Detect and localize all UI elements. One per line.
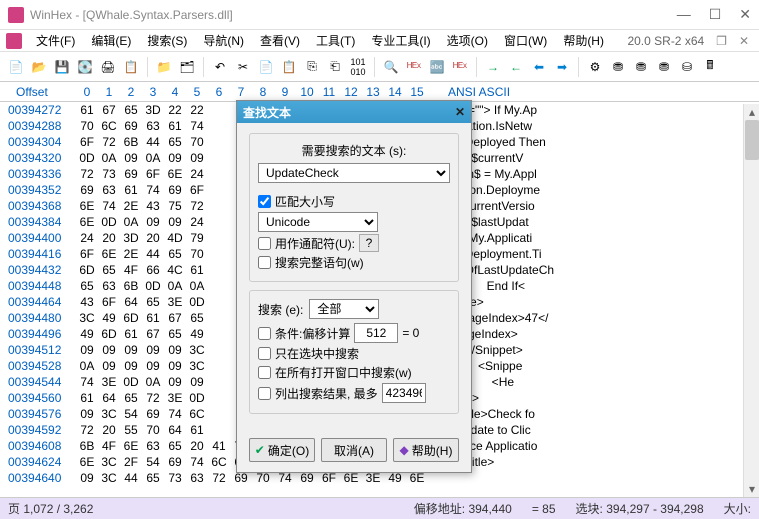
selblock-checkbox[interactable] <box>258 347 271 360</box>
drive3-icon[interactable]: ⛃ <box>654 57 674 77</box>
status-page: 页 1,072 / 3,262 <box>8 500 93 517</box>
dialog-titlebar[interactable]: 查找文本 ✕ <box>237 101 471 123</box>
wholeword-checkbox[interactable] <box>258 256 271 269</box>
wholeword-label: 搜索完整语句(w) <box>275 254 364 271</box>
settings-icon[interactable]: ⚙ <box>585 57 605 77</box>
menu-file[interactable]: 文件(F) <box>30 30 81 51</box>
menu-tools[interactable]: 工具(T) <box>310 30 361 51</box>
maximize-button[interactable]: ☐ <box>709 6 722 23</box>
toolbar: 📄 📂 💾 💽 🖨 📋 📁 🗂 ↶ ✂ 📄 📋 ⎘ ⎗ 101010 🔍 ᴴᴱˣ… <box>0 52 759 82</box>
mdi-close-button[interactable]: ✕ <box>735 34 753 48</box>
find-hex-icon[interactable]: ᴴᴱˣ <box>404 57 424 77</box>
matchcase-label: 匹配大小写 <box>275 193 335 210</box>
hex-header: Offset 0123456789101112131415 ANSI ASCII <box>0 82 759 102</box>
menu-window[interactable]: 窗口(W) <box>498 30 553 51</box>
dir-icon[interactable]: 🗂 <box>177 57 197 77</box>
offset-label: 条件:偏移计算 <box>275 325 350 342</box>
replace-icon[interactable]: 🔤 <box>427 57 447 77</box>
drive1-icon[interactable]: ⛃ <box>608 57 628 77</box>
maxresults-input[interactable] <box>382 383 426 403</box>
listresults-label: 列出搜索结果, 最多 <box>275 385 378 402</box>
drive4-icon[interactable]: ⛁ <box>677 57 697 77</box>
doc-icon <box>6 33 22 49</box>
mdi-restore-button[interactable]: ❐ <box>712 34 731 48</box>
wildcard-char-button[interactable]: ? <box>359 234 379 252</box>
encoding-select[interactable]: Unicode <box>258 212 378 232</box>
window-title: WinHex - [QWhale.Syntax.Parsers.dll] <box>30 8 677 22</box>
close-button[interactable]: ✕ <box>739 6 751 23</box>
copy-icon[interactable]: 📄 <box>256 57 276 77</box>
new-icon[interactable]: 📄 <box>6 57 26 77</box>
ok-button[interactable]: ✔确定(O) <box>249 438 315 462</box>
dialog-close-icon[interactable]: ✕ <box>455 105 465 119</box>
binary-icon[interactable]: 101010 <box>348 57 368 77</box>
app-icon <box>8 7 24 23</box>
dialog-title: 查找文本 <box>243 104 455 121</box>
print-icon[interactable]: 🖨 <box>98 57 118 77</box>
undo-icon[interactable]: ↶ <box>210 57 230 77</box>
open-icon[interactable]: 📂 <box>29 57 49 77</box>
menu-view[interactable]: 查看(V) <box>254 30 306 51</box>
allwindows-label: 在所有打开窗口中搜索(w) <box>275 364 412 381</box>
status-offset-value: 394,440 <box>468 502 511 516</box>
cut-icon[interactable]: ✂ <box>233 57 253 77</box>
find-icon[interactable]: 🔍 <box>381 57 401 77</box>
statusbar: 页 1,072 / 3,262 偏移地址: 394,440 = 85 选块: 3… <box>0 497 759 519</box>
paste-icon[interactable]: 📋 <box>279 57 299 77</box>
offset-checkbox[interactable] <box>258 327 271 340</box>
menu-protools[interactable]: 专业工具(I) <box>365 30 436 51</box>
menu-edit[interactable]: 编辑(E) <box>85 30 137 51</box>
paste-hex-icon[interactable]: ⎗ <box>325 57 345 77</box>
scope-label: 搜索 (e): <box>258 301 303 318</box>
offset-header: Offset <box>0 85 76 99</box>
calc-icon[interactable]: 🖩 <box>700 57 720 77</box>
matchcase-checkbox[interactable] <box>258 195 271 208</box>
status-sel-label: 选块: <box>576 502 603 516</box>
version-label: 20.0 SR-2 x64 <box>627 34 708 48</box>
wildcard-checkbox[interactable] <box>258 237 271 250</box>
find-text-dialog: 查找文本 ✕ 需要搜索的文本 (s): UpdateCheck 匹配大小写 Un… <box>236 100 472 473</box>
goto-icon[interactable]: → <box>483 57 503 77</box>
search-text-input[interactable]: UpdateCheck <box>258 163 450 183</box>
allwindows-checkbox[interactable] <box>258 366 271 379</box>
wildcard-label: 用作通配符(U): <box>275 235 355 252</box>
drive2-icon[interactable]: ⛃ <box>631 57 651 77</box>
back-icon[interactable]: ⬅ <box>529 57 549 77</box>
status-byte-value: = 85 <box>532 502 556 516</box>
save-icon[interactable]: 💾 <box>52 57 72 77</box>
scroll-up-icon[interactable]: ▴ <box>744 104 759 120</box>
offset-eq-label: = 0 <box>402 326 419 340</box>
replace-hex-icon[interactable]: ᴴᴱˣ <box>450 57 470 77</box>
properties-icon[interactable]: 📋 <box>121 57 141 77</box>
vertical-scrollbar[interactable]: ▴ ▾ <box>743 104 759 497</box>
forward-icon[interactable]: ➡ <box>552 57 572 77</box>
titlebar: WinHex - [QWhale.Syntax.Parsers.dll] — ☐… <box>0 0 759 30</box>
goto-back-icon[interactable]: ← <box>506 57 526 77</box>
status-size-label: 大小: <box>724 500 751 517</box>
menu-navigate[interactable]: 导航(N) <box>197 30 250 51</box>
menu-search[interactable]: 搜索(S) <box>141 30 193 51</box>
search-text-label: 需要搜索的文本 (s): <box>258 142 450 159</box>
status-sel-value: 394,297 - 394,298 <box>606 502 703 516</box>
offset-mod-input[interactable] <box>354 323 398 343</box>
menu-options[interactable]: 选项(O) <box>441 30 494 51</box>
disk-icon[interactable]: 💽 <box>75 57 95 77</box>
listresults-checkbox[interactable] <box>258 387 271 400</box>
scope-select[interactable]: 全部 <box>309 299 379 319</box>
scroll-down-icon[interactable]: ▾ <box>744 481 759 497</box>
minimize-button[interactable]: — <box>677 6 691 23</box>
copy-hex-icon[interactable]: ⎘ <box>302 57 322 77</box>
help-button[interactable]: ◆帮助(H) <box>393 438 459 462</box>
selblock-label: 只在选块中搜索 <box>275 345 359 362</box>
menubar: 文件(F) 编辑(E) 搜索(S) 导航(N) 查看(V) 工具(T) 专业工具… <box>0 30 759 52</box>
ascii-header: ANSI ASCII <box>448 85 510 99</box>
folder-icon[interactable]: 📁 <box>154 57 174 77</box>
status-offset-label: 偏移地址: <box>414 502 465 516</box>
menu-help[interactable]: 帮助(H) <box>557 30 610 51</box>
cancel-button[interactable]: 取消(A) <box>321 438 387 462</box>
scroll-thumb[interactable] <box>745 120 759 160</box>
